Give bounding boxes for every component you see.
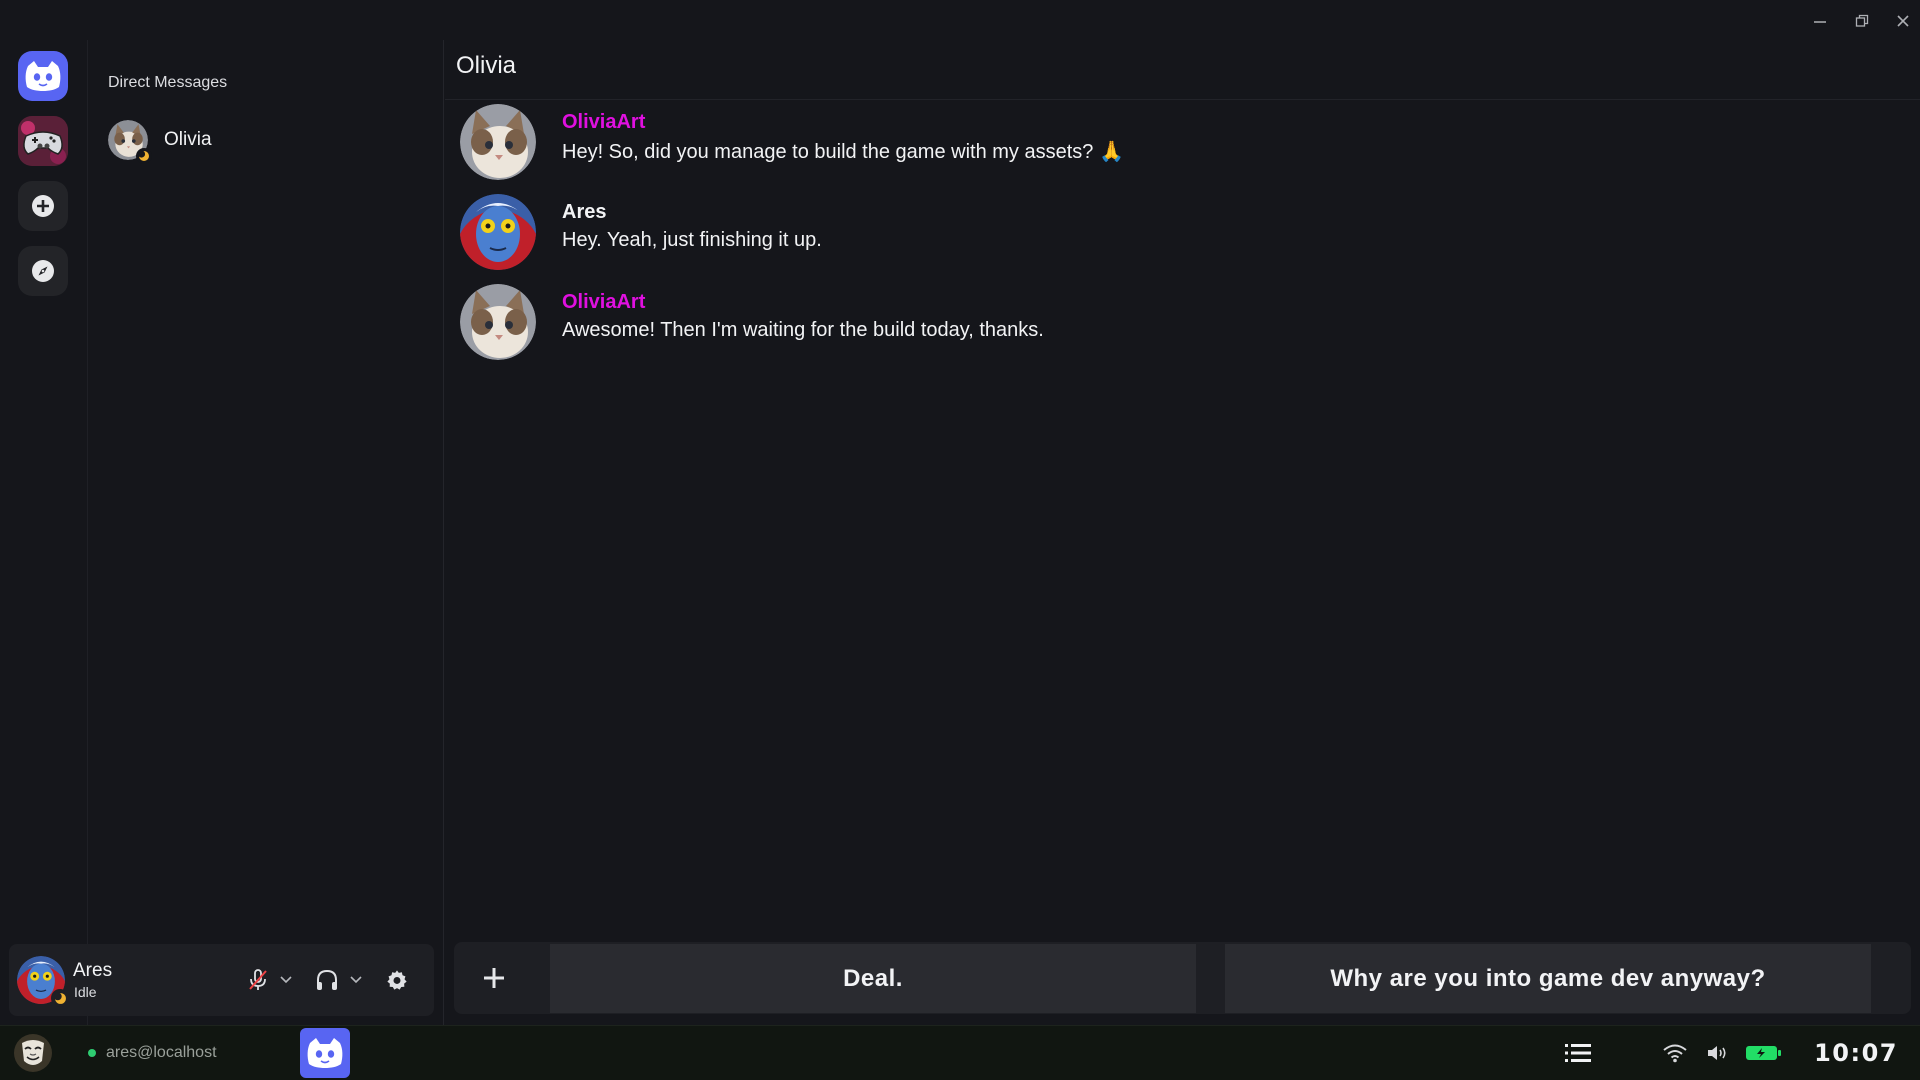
user-host-label: ares@localhost <box>106 1044 217 1061</box>
restore-icon[interactable] <box>1849 8 1875 34</box>
reply-bar: Deal. Why are you into game dev anyway? <box>454 942 1911 1014</box>
start-menu-icon[interactable] <box>12 1032 54 1074</box>
user-status: Idle <box>74 984 97 1000</box>
clock[interactable]: 10:07 <box>1814 1039 1898 1067</box>
discord-home-icon[interactable] <box>18 51 68 101</box>
mute-microphone-icon[interactable] <box>244 964 272 996</box>
message-item: OliviaArt Awesome! Then I'm waiting for … <box>460 284 1860 364</box>
gear-icon[interactable] <box>383 964 411 996</box>
message-text: Hey! So, did you manage to build the gam… <box>562 141 1124 163</box>
avatar[interactable] <box>460 284 536 360</box>
discord-app-icon[interactable] <box>300 1028 350 1078</box>
message-author[interactable]: OliviaArt <box>562 111 645 134</box>
message-item: OliviaArt Hey! So, did you manage to bui… <box>460 104 1860 184</box>
avatar[interactable] <box>460 194 536 270</box>
chevron-down-icon[interactable] <box>347 964 365 996</box>
message-text: Hey. Yeah, just finishing it up. <box>562 229 822 251</box>
add-server-icon[interactable] <box>18 181 68 231</box>
message-text: Awesome! Then I'm waiting for the build … <box>562 319 1044 341</box>
avatar[interactable] <box>460 104 536 180</box>
idle-status-icon <box>51 989 69 1007</box>
battery-icon[interactable] <box>1744 1041 1784 1065</box>
wifi-icon[interactable] <box>1662 1041 1688 1065</box>
user-panel: Ares Idle <box>9 944 434 1016</box>
explore-icon[interactable] <box>18 246 68 296</box>
taskbar: ares@localhost 10:07 <box>0 1025 1920 1080</box>
dm-item-label: Olivia <box>164 129 212 150</box>
close-icon[interactable] <box>1890 8 1916 34</box>
idle-status-icon <box>136 148 152 164</box>
task-list-icon[interactable] <box>1563 1040 1593 1066</box>
reply-choice-button[interactable]: Why are you into game dev anyway? <box>1225 944 1871 1013</box>
online-status-icon <box>88 1049 96 1057</box>
reply-choice-button[interactable]: Deal. <box>550 944 1196 1013</box>
server-gamepad-icon[interactable] <box>18 116 68 166</box>
minimize-icon[interactable] <box>1807 8 1833 34</box>
chat-area: Olivia OliviaArt Hey! So, did you manage… <box>445 40 1920 1025</box>
chat-header: Olivia <box>445 40 1920 100</box>
message-author[interactable]: OliviaArt <box>562 291 645 314</box>
attach-plus-button[interactable] <box>456 944 532 1012</box>
server-rail <box>0 40 88 1025</box>
chevron-down-icon[interactable] <box>277 964 295 996</box>
direct-messages-header: Direct Messages <box>108 74 228 91</box>
title-bar <box>0 0 1920 40</box>
message-author[interactable]: Ares <box>562 201 606 224</box>
avatar[interactable] <box>17 956 69 1007</box>
avatar <box>108 120 152 164</box>
direct-messages-panel: Direct Messages Olivia <box>88 40 444 1025</box>
volume-icon[interactable] <box>1706 1041 1730 1065</box>
dm-item-olivia[interactable]: Olivia <box>108 116 428 164</box>
headphones-icon[interactable] <box>313 964 341 996</box>
message-item: Ares Hey. Yeah, just finishing it up. <box>460 194 1860 274</box>
user-host-indicator: ares@localhost <box>88 1041 217 1065</box>
user-name: Ares <box>73 960 113 981</box>
chat-title: Olivia <box>456 52 517 79</box>
